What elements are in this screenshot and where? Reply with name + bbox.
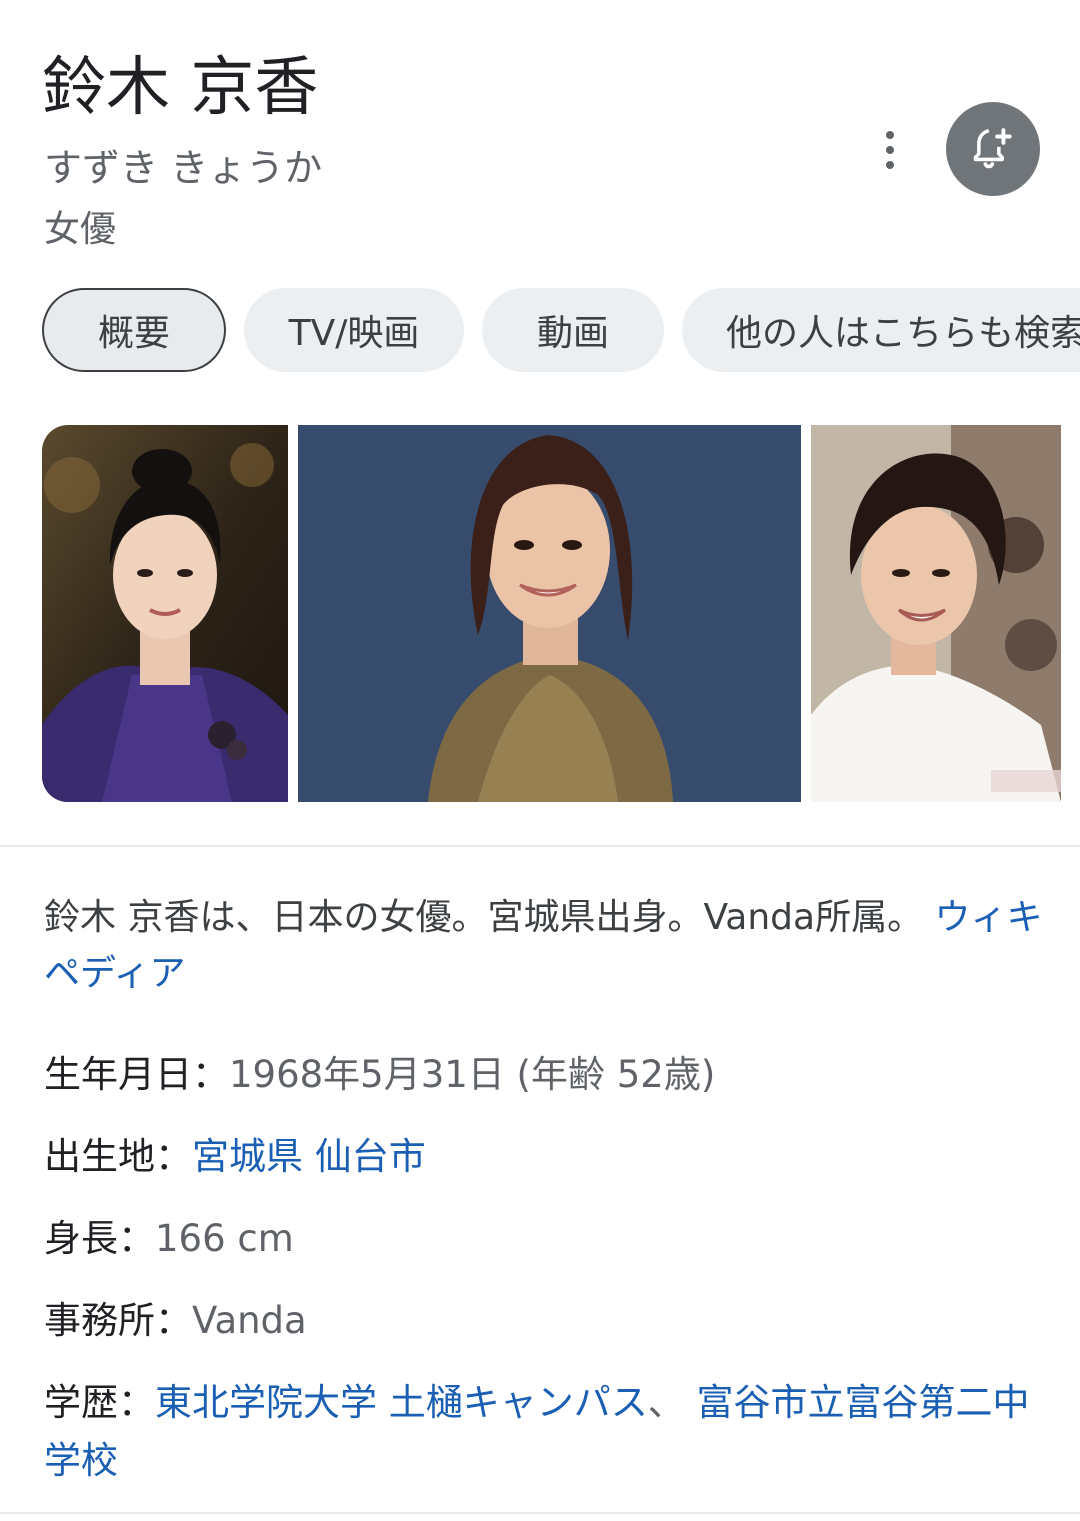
bell-add-icon bbox=[973, 128, 1012, 169]
fact-value: 166 cm bbox=[155, 1217, 294, 1260]
entity-reading: すずき きょうか bbox=[44, 146, 323, 190]
fact-label: 身長： bbox=[44, 1217, 155, 1260]
facts-list: 生年月日：1968年5月31日 (年齢 52歳) 出生地：宮城県 仙台市 身長：… bbox=[44, 1046, 1044, 1514]
fact-label: 生年月日： bbox=[44, 1053, 229, 1096]
chip-people-also-search[interactable]: 他の人はこちらも検索 bbox=[682, 288, 1080, 372]
bottom-divider bbox=[0, 1512, 1080, 1514]
section-divider bbox=[0, 845, 1080, 847]
fact-height: 身長：166 cm bbox=[44, 1210, 1044, 1268]
knowledge-panel: 鈴木 京香 すずき きょうか 女優 概要 TV/映画 動画 他の人はこちらも検索 bbox=[0, 0, 1080, 1521]
portrait-image bbox=[811, 425, 1061, 802]
follow-button[interactable] bbox=[946, 102, 1040, 196]
chip-overview[interactable]: 概要 bbox=[42, 288, 226, 372]
photo-2[interactable] bbox=[298, 425, 801, 802]
chip-videos[interactable]: 動画 bbox=[482, 288, 664, 372]
fact-label: 出生地： bbox=[44, 1135, 192, 1178]
more-vert-icon-dot bbox=[886, 146, 894, 154]
birthplace-prefecture-link[interactable]: 宮城県 bbox=[192, 1135, 303, 1178]
description: 鈴木 京香は、日本の女優。宮城県出身。Vanda所属。 ウィキペディア bbox=[44, 890, 1044, 1002]
fact-value: Vanda bbox=[192, 1299, 307, 1342]
fact-label: 学歴： bbox=[44, 1381, 155, 1424]
fact-birthplace: 出生地：宮城県 仙台市 bbox=[44, 1128, 1044, 1186]
image-carousel bbox=[42, 425, 1080, 802]
fact-birth: 生年月日：1968年5月31日 (年齢 52歳) bbox=[44, 1046, 1044, 1104]
more-vert-icon bbox=[886, 131, 894, 139]
fact-education: 学歴：東北学院大学 土樋キャンパス、 富谷市立富谷第二中学校 bbox=[44, 1374, 1044, 1490]
chip-bar: 概要 TV/映画 動画 他の人はこちらも検索 bbox=[42, 288, 1080, 376]
fact-value: 1968年5月31日 (年齢 52歳) bbox=[229, 1053, 716, 1096]
portrait-image bbox=[42, 425, 288, 802]
chip-tv-movies[interactable]: TV/映画 bbox=[244, 288, 464, 372]
photo-1[interactable] bbox=[42, 425, 288, 802]
description-text: 鈴木 京香は、日本の女優。宮城県出身。Vanda所属。 bbox=[44, 897, 924, 938]
education-separator: 、 bbox=[647, 1381, 685, 1424]
photo-3[interactable] bbox=[811, 425, 1061, 802]
entity-title: 鈴木 京香 bbox=[42, 51, 319, 125]
portrait-image bbox=[298, 425, 801, 802]
fact-agency: 事務所：Vanda bbox=[44, 1292, 1044, 1350]
fact-label: 事務所： bbox=[44, 1299, 192, 1342]
entity-subtitle: 女優 bbox=[44, 209, 117, 250]
education-university-link[interactable]: 東北学院大学 土樋キャンパス bbox=[155, 1381, 648, 1424]
more-options-button[interactable] bbox=[864, 122, 916, 178]
birthplace-city-link[interactable]: 仙台市 bbox=[315, 1135, 426, 1178]
more-vert-icon-dot bbox=[886, 161, 894, 169]
